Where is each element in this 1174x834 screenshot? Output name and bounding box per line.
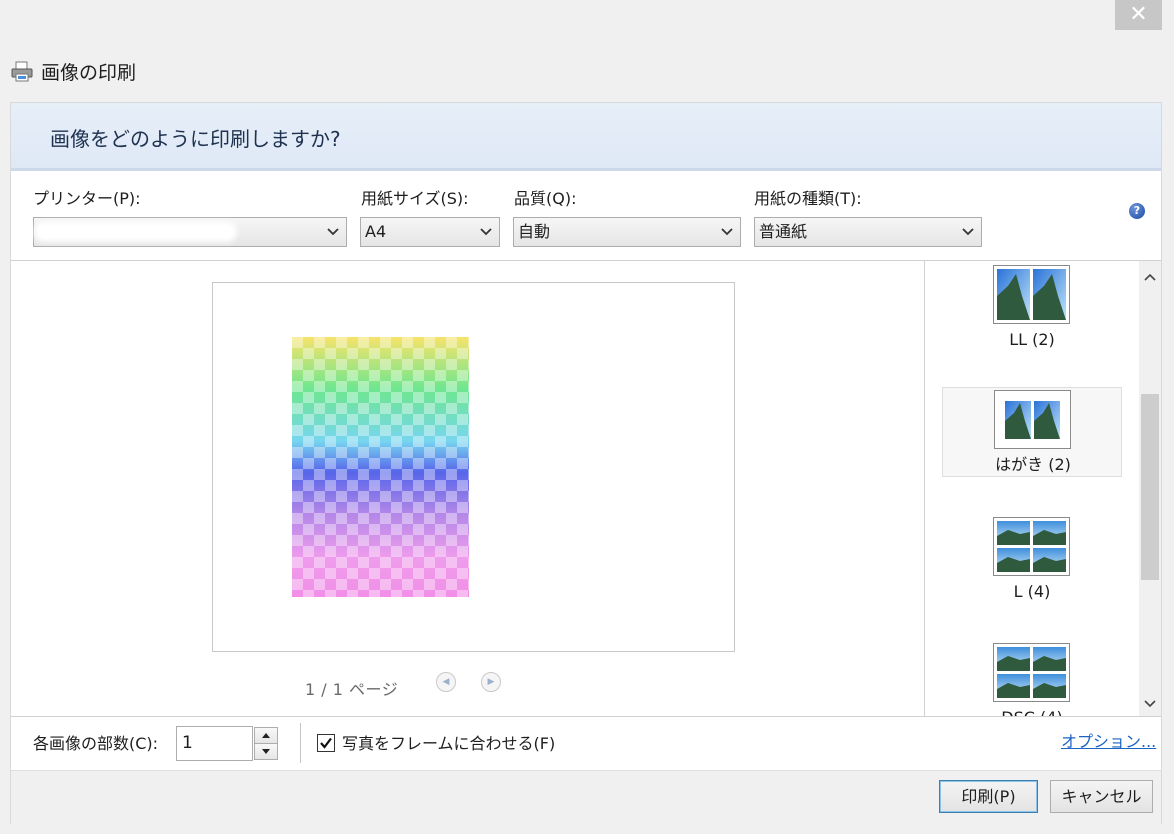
redacted-area	[38, 226, 233, 238]
copies-increment-button[interactable]	[254, 727, 278, 744]
copies-label: 各画像の部数(C):	[33, 734, 159, 753]
close-icon: ✕	[1129, 2, 1148, 27]
page-preview	[212, 282, 735, 652]
layout-list[interactable]: LL (2) はがき (2) L (4)	[925, 261, 1139, 716]
close-button[interactable]: ✕	[1115, 0, 1162, 30]
layout-label: LL (2)	[1009, 330, 1055, 349]
help-icon[interactable]: ?	[1129, 203, 1145, 219]
chevron-down-icon	[721, 218, 733, 256]
layout-item-ll[interactable]: LL (2)	[942, 263, 1122, 353]
printer-icon	[10, 60, 34, 84]
layout-thumbnail	[994, 390, 1071, 449]
quality-value: 自動	[518, 222, 551, 241]
layout-item-postcard[interactable]: はがき (2)	[942, 387, 1122, 477]
printer-select[interactable]	[33, 217, 347, 247]
layout-thumbnail	[993, 265, 1070, 324]
layout-label: L (4)	[1013, 582, 1051, 601]
next-page-button[interactable]: ▶	[481, 672, 501, 692]
layout-item-l[interactable]: L (4)	[942, 515, 1122, 605]
copies-decrement-button[interactable]	[254, 743, 278, 760]
paper-size-value: A4	[365, 222, 387, 241]
page-title: 画像をどのように印刷しますか?	[50, 127, 341, 151]
checkmark-icon	[320, 737, 332, 749]
options-link[interactable]: オプション...	[1061, 732, 1156, 752]
chevron-down-icon	[327, 218, 339, 256]
paper-type-value: 普通紙	[759, 222, 808, 241]
triangle-up-icon	[262, 733, 270, 738]
copies-input[interactable]: 1	[176, 726, 253, 761]
layout-label: はがき (2)	[995, 455, 1071, 474]
print-button[interactable]: 印刷(P)	[939, 780, 1038, 813]
arrow-right-icon: ▶	[487, 677, 495, 687]
paper-size-select[interactable]: A4	[360, 217, 500, 247]
scroll-thumb[interactable]	[1141, 394, 1159, 580]
page-counter: 1 / 1 ページ	[305, 680, 399, 699]
divider	[11, 716, 1161, 717]
chevron-up-icon	[1144, 273, 1156, 281]
printer-label: プリンター(P):	[33, 189, 141, 208]
paper-size-label: 用紙サイズ(S):	[361, 189, 469, 208]
layout-thumbnail	[993, 643, 1070, 702]
chevron-down-icon	[480, 218, 492, 256]
layout-label: DSC (4)	[942, 708, 1122, 716]
previous-page-button[interactable]: ◀	[436, 672, 456, 692]
paper-type-label: 用紙の種類(T):	[754, 189, 862, 208]
chevron-down-icon	[962, 218, 974, 256]
arrow-left-icon: ◀	[442, 677, 450, 687]
divider	[300, 723, 301, 763]
scroll-down-button[interactable]	[1139, 692, 1161, 714]
scroll-up-button[interactable]	[1139, 266, 1161, 288]
layout-thumbnail	[993, 517, 1070, 576]
cancel-button[interactable]: キャンセル	[1050, 780, 1153, 813]
paper-type-select[interactable]: 普通紙	[754, 217, 982, 247]
fit-to-frame-label[interactable]: 写真をフレームに合わせる(F)	[342, 734, 555, 754]
fit-to-frame-checkbox[interactable]	[317, 734, 335, 752]
help-glyph: ?	[1133, 204, 1141, 217]
preview-image	[292, 337, 469, 597]
chevron-down-icon	[1144, 700, 1156, 708]
triangle-down-icon	[262, 749, 270, 754]
window-title: 画像の印刷	[41, 62, 137, 84]
quality-label: 品質(Q):	[514, 189, 577, 208]
layout-item-dsc[interactable]: DSC (4)	[942, 641, 1122, 716]
quality-select[interactable]: 自動	[513, 217, 741, 247]
